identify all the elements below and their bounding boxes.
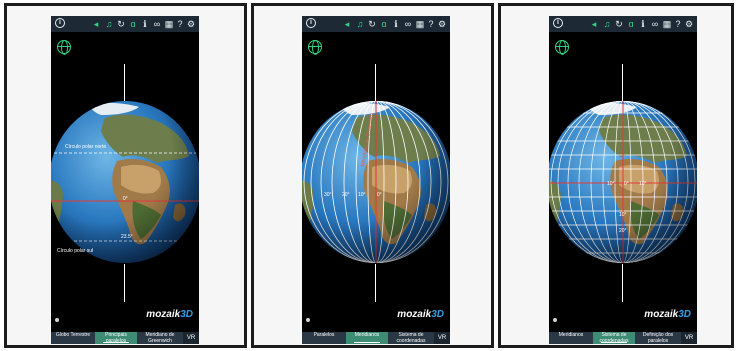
link-icon[interactable]: ∞ (650, 18, 660, 30)
rotate-icon[interactable]: ↻ (367, 18, 377, 30)
tab-sistema-coordenadas[interactable]: Sistema de coordenadas (593, 332, 635, 344)
brand-logo: mozaik3D (644, 309, 691, 320)
globe-icon[interactable] (555, 40, 569, 55)
longitude-0-label: 0° (624, 181, 629, 187)
tab-meridiano-greenwich[interactable]: Meridiano de Greenwich (137, 332, 183, 344)
info-filled-icon[interactable]: ℹ (391, 18, 401, 30)
status-dot (55, 318, 59, 322)
earth-axis (124, 64, 125, 101)
latitude-20-label: 20° (619, 228, 627, 234)
tab-definicao-paralelos[interactable]: Definição dos paralelos (635, 332, 681, 344)
link-icon[interactable]: ∞ (403, 18, 413, 30)
earth-axis-bottom (375, 264, 376, 302)
vr-headset-icon[interactable]: VR (183, 332, 199, 344)
screenshot-panel-3: i ◂ ♫ ↻ ɑ ℹ ∞ ▦ ? ⚙ 10° 0° 10° 10° 20° m… (498, 3, 734, 348)
earth-globe[interactable] (549, 101, 697, 264)
status-dot (306, 318, 310, 322)
globe-icon[interactable] (308, 40, 322, 55)
status-dot (553, 318, 557, 322)
settings-icon[interactable]: ⚙ (437, 18, 447, 30)
longitude-30-label: 30° (324, 192, 332, 198)
info-icon[interactable]: i (55, 18, 67, 30)
settings-icon[interactable]: ⚙ (186, 18, 196, 30)
tab-globo-terrestre[interactable]: Globo Terrestre (51, 332, 95, 344)
vr-headset-icon[interactable]: VR (681, 332, 697, 344)
vr-headset-icon[interactable]: VR (434, 332, 450, 344)
latitude-10-label: 10° (619, 212, 627, 218)
bottom-tab-bar: Paralelos Meridianos Sistema de coordena… (302, 332, 450, 344)
help-icon[interactable]: ? (673, 18, 683, 30)
south-circle-label: Círculo polar sul (57, 248, 94, 254)
app-screen: i ◂ ♫ ↻ ɑ ℹ ∞ ▦ ? ⚙ Círculo polar norte … (51, 16, 199, 344)
app-screen: i ◂ ♫ ↻ ɑ ℹ ∞ ▦ ? ⚙ (302, 16, 450, 344)
music-icon[interactable]: ♫ (355, 18, 365, 30)
tab-paralelos[interactable]: Paralelos (302, 332, 346, 344)
grid-icon[interactable]: ▦ (164, 18, 174, 30)
app-screen: i ◂ ♫ ↻ ɑ ℹ ∞ ▦ ? ⚙ (549, 16, 697, 344)
tropic-degree-label: 23.5° (121, 234, 133, 240)
animation-icon[interactable]: ɑ (379, 18, 389, 30)
help-icon[interactable]: ? (175, 18, 185, 30)
back-icon[interactable]: ◂ (91, 18, 101, 30)
tab-principais-paralelos[interactable]: Principais paralelos (95, 332, 137, 344)
screenshot-panel-1: i ◂ ♫ ↻ ɑ ℹ ∞ ▦ ? ⚙ Círculo polar norte … (4, 3, 247, 348)
tab-sistema-coordenadas[interactable]: Sistema de coordenadas (388, 332, 434, 344)
link-icon[interactable]: ∞ (152, 18, 162, 30)
info-filled-icon[interactable]: ℹ (638, 18, 648, 30)
bottom-tab-bar: Globo Terrestre Principais paralelos Mer… (51, 332, 199, 344)
top-toolbar: i ◂ ♫ ↻ ɑ ℹ ∞ ▦ ? ⚙ (302, 16, 450, 32)
longitude-0-label: 0° (377, 192, 382, 198)
settings-icon[interactable]: ⚙ (684, 18, 694, 30)
tab-meridianos[interactable]: Meridianos (346, 332, 388, 344)
animation-icon[interactable]: ɑ (626, 18, 636, 30)
info-icon[interactable]: i (306, 18, 318, 30)
brand-logo: mozaik3D (146, 309, 193, 320)
music-icon[interactable]: ♫ (602, 18, 612, 30)
earth-axis-bottom (622, 264, 623, 302)
music-icon[interactable]: ♫ (104, 18, 114, 30)
top-toolbar: i ◂ ♫ ↻ ɑ ℹ ∞ ▦ ? ⚙ (549, 16, 697, 32)
top-toolbar: i ◂ ♫ ↻ ɑ ℹ ∞ ▦ ? ⚙ (51, 16, 199, 32)
earth-globe[interactable] (302, 101, 450, 264)
earth-axis (622, 64, 623, 101)
rotate-icon[interactable]: ↻ (614, 18, 624, 30)
info-filled-icon[interactable]: ℹ (140, 18, 150, 30)
north-circle-label: Círculo polar norte (65, 144, 107, 150)
help-icon[interactable]: ? (426, 18, 436, 30)
brand-logo: mozaik3D (397, 309, 444, 320)
bottom-tab-bar: Meridianos Sistema de coordenadas Defini… (549, 332, 697, 344)
screenshot-panel-2: i ◂ ♫ ↻ ɑ ℹ ∞ ▦ ? ⚙ Meridiano de Greenwi… (251, 3, 494, 348)
grid-icon[interactable]: ▦ (662, 18, 672, 30)
earth-axis (375, 64, 376, 101)
longitude-10e-label: 10° (639, 181, 647, 187)
back-icon[interactable]: ◂ (342, 18, 352, 30)
rotate-icon[interactable]: ↻ (116, 18, 126, 30)
equator-degree-label: 0° (123, 196, 128, 202)
longitude-10w-label: 10° (607, 181, 615, 187)
globe-icon[interactable] (57, 40, 71, 55)
longitude-20-label: 20° (342, 192, 350, 198)
animation-icon[interactable]: ɑ (128, 18, 138, 30)
grid-icon[interactable]: ▦ (415, 18, 425, 30)
earth-axis-bottom (124, 264, 125, 302)
back-icon[interactable]: ◂ (589, 18, 599, 30)
longitude-10-label: 10° (358, 192, 366, 198)
info-icon[interactable]: i (553, 18, 565, 30)
tab-meridianos[interactable]: Meridianos (549, 332, 593, 344)
